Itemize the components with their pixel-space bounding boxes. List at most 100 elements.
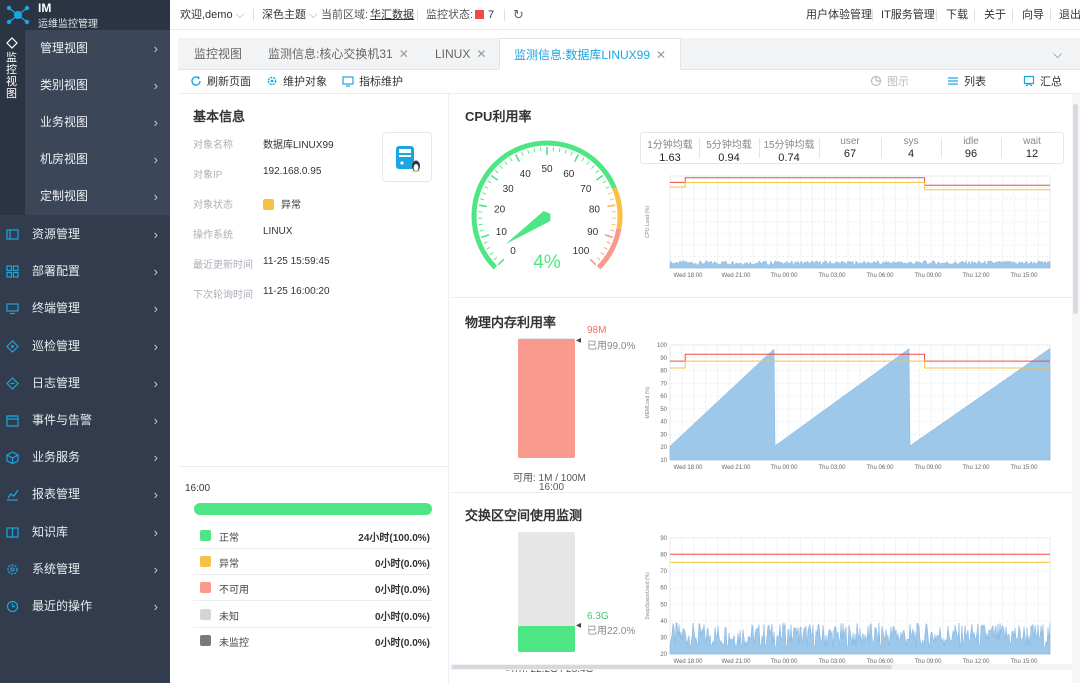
load-cell: 5分钟均载 0.94 xyxy=(699,133,759,164)
sidebar-item[interactable]: 巡检管理 › xyxy=(0,328,170,365)
maintain-metric-button[interactable]: 指标维护 xyxy=(342,70,403,94)
refresh-icon[interactable]: ↻ xyxy=(513,0,524,30)
close-icon[interactable]: ✕ xyxy=(476,47,486,61)
monitor-status-badge[interactable]: 7 xyxy=(475,0,494,30)
link-ux-management[interactable]: 用户体验管理 xyxy=(806,0,872,30)
gauge-tick-label: 100 xyxy=(573,246,590,257)
gauge-tick xyxy=(589,258,597,266)
sidebar-item[interactable]: 事件与告警 › xyxy=(0,402,170,439)
gauge-tick xyxy=(607,204,616,208)
gear-icon xyxy=(7,564,18,575)
tab-database-linux99[interactable]: 监测信息:数据库LINUX99 ✕ xyxy=(499,38,682,70)
gauge-tick xyxy=(603,246,608,250)
tab-dropdown-icon[interactable]: ⌵ xyxy=(1053,38,1062,70)
submenu-item[interactable]: 定制视图 › xyxy=(25,178,170,215)
vertical-scrollbar[interactable] xyxy=(1072,94,1080,683)
sidebar-item[interactable]: 知识库 › xyxy=(0,514,170,551)
gauge-tick xyxy=(595,174,604,181)
legend-swatch xyxy=(200,582,211,594)
close-icon[interactable]: ✕ xyxy=(656,48,666,62)
pie-view-button[interactable]: 图示 xyxy=(870,70,909,94)
gauge-tick xyxy=(478,204,487,208)
tab-core-switch[interactable]: 监测信息:核心交换机31 ✕ xyxy=(268,38,409,70)
y-tick-label: 50 xyxy=(660,602,667,608)
sidebar-item[interactable]: 部署配置 › xyxy=(0,253,170,290)
gauge-arc-critical xyxy=(596,228,622,270)
y-tick-label: 80 xyxy=(660,553,667,559)
gauge-tick xyxy=(596,257,601,261)
tab-linux[interactable]: LINUX ✕ xyxy=(435,38,486,70)
sidebar-item[interactable]: 业务服务 › xyxy=(0,439,170,476)
y-tick-label: 40 xyxy=(660,619,667,625)
link-about[interactable]: 关于 xyxy=(984,0,1006,30)
load-cell: user 67 xyxy=(819,133,881,163)
link-it-service[interactable]: IT服务管理 xyxy=(881,0,935,30)
theme-switch[interactable]: 深色主题 ⌵ xyxy=(262,0,317,30)
submenu-label: 定制视图 xyxy=(40,189,89,203)
link-logout[interactable]: 退出 xyxy=(1059,0,1080,30)
sidebar-item-label: 系统管理 xyxy=(32,561,81,576)
chevron-right-icon: › xyxy=(153,561,158,577)
submenu-label: 管理视图 xyxy=(40,41,89,55)
y-tick-label: 20 xyxy=(660,652,667,658)
sidebar-item[interactable]: 报表管理 › xyxy=(0,476,170,513)
info-key: 对象名称 xyxy=(193,140,233,151)
welcome-user[interactable]: 欢迎,demo ⌵ xyxy=(180,0,244,30)
monitor-view-group[interactable]: 监控视图 xyxy=(0,30,25,215)
sidebar-item[interactable]: 最近的操作 › xyxy=(0,588,170,625)
sidebar-item[interactable]: 资源管理 › xyxy=(0,216,170,253)
refresh-page-button[interactable]: 刷新页面 xyxy=(190,70,251,94)
sidebar-item[interactable]: 系统管理 › xyxy=(0,551,170,588)
chevron-right-icon: › xyxy=(153,487,158,503)
gauge-tick xyxy=(481,234,490,239)
chevron-right-icon: › xyxy=(153,301,158,317)
gauge-tick xyxy=(478,223,483,226)
chevron-right-icon: › xyxy=(153,264,158,280)
legend-value: 24小时(100.0%) xyxy=(358,533,430,544)
maintain-metric-label: 指标维护 xyxy=(359,76,403,88)
chevron-right-icon: › xyxy=(153,78,158,93)
gauge-tick xyxy=(600,252,605,256)
link-download[interactable]: 下载 xyxy=(946,0,968,30)
load-value: 0.74 xyxy=(778,152,800,164)
info-key: 对象IP xyxy=(193,170,223,181)
region-value[interactable]: 华汇数据 xyxy=(370,0,414,30)
swap-chart: Wed 18:00 Wed 21:00 Thu 00:00 Thu 03:00 Thu … xyxy=(645,536,1051,665)
gauge-tick xyxy=(483,241,488,244)
submenu-item[interactable]: 机房视图 › xyxy=(25,141,170,178)
summary-view-button[interactable]: 汇总 xyxy=(1023,70,1062,94)
tab-monitor-view[interactable]: 监控视图 xyxy=(194,38,242,70)
gauge-tick-label: 20 xyxy=(494,204,506,215)
availability-legend-item: 正常 24小时(100.0%) xyxy=(200,529,430,544)
maintain-object-button[interactable]: 维护对象 xyxy=(266,70,327,94)
submenu-item[interactable]: 类别视图 › xyxy=(25,67,170,104)
x-tick-label: Wed 18:00 xyxy=(674,465,704,471)
sidebar-item[interactable]: 日志管理 › xyxy=(0,365,170,402)
close-icon[interactable]: ✕ xyxy=(399,47,409,61)
sidebar-item-label: 业务服务 xyxy=(32,450,81,465)
app-logo[interactable]: IM 运维监控管理 xyxy=(0,0,170,30)
submenu-item[interactable]: 业务视图 › xyxy=(25,104,170,141)
pie-chart-icon xyxy=(870,75,882,87)
gear-icon xyxy=(267,76,277,86)
gauge-tick-label: 70 xyxy=(580,184,592,195)
gauge-tick xyxy=(490,174,499,181)
legend-value: 0小时(0.0%) xyxy=(374,611,430,623)
list-view-button[interactable]: 列表 xyxy=(947,70,986,94)
y-tick-label: 70 xyxy=(660,569,667,575)
report-icon xyxy=(7,490,19,501)
gauge-tick xyxy=(609,198,614,201)
gauge-tick xyxy=(595,170,600,174)
sidebar-item[interactable]: 终端管理 › xyxy=(0,290,170,327)
gauge-tick xyxy=(608,192,613,195)
refresh-icon xyxy=(191,76,201,86)
horizontal-scrollbar[interactable] xyxy=(450,664,1072,670)
status-count: 7 xyxy=(488,9,495,21)
sidebar: IM 运维监控管理 监控视图 管理视图 › 类别视图 › 业务视图 › 机房视图 › 定制视图 ›… xyxy=(0,0,170,683)
database-linux-icon xyxy=(382,132,432,182)
link-guide[interactable]: 向导 xyxy=(1022,0,1044,30)
sidebar-item-label: 最近的操作 xyxy=(32,599,93,613)
submenu-item[interactable]: 管理视图 › xyxy=(25,30,170,67)
inspect-icon xyxy=(6,339,19,353)
log-icon xyxy=(6,376,19,390)
